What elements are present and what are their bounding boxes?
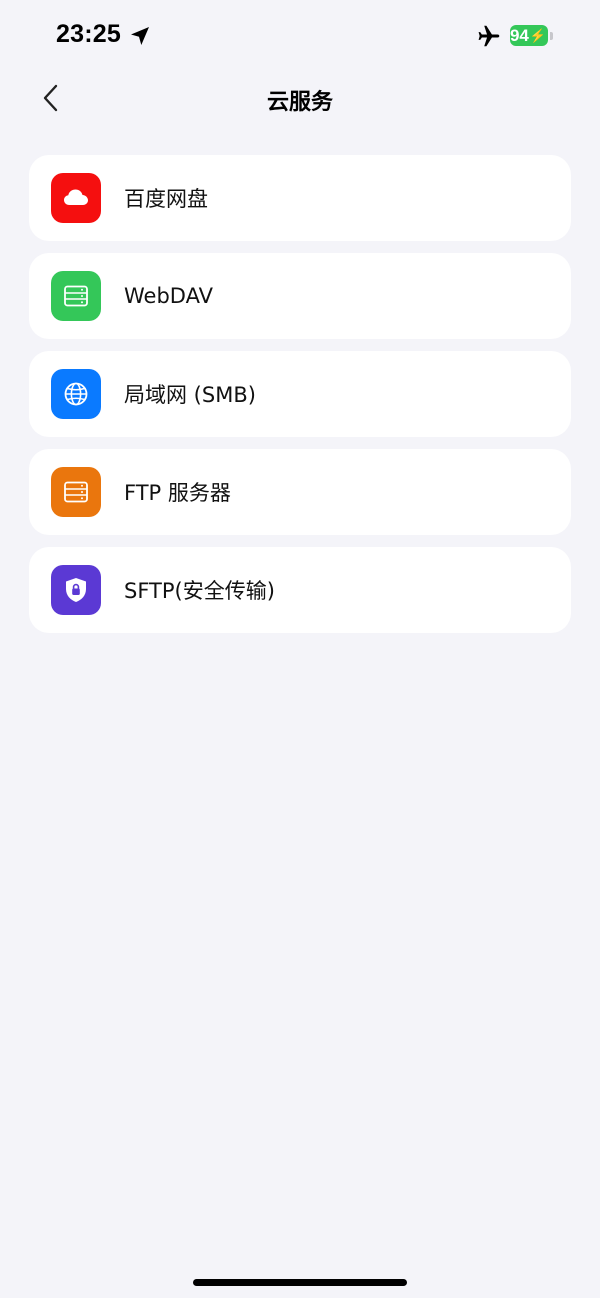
globe-icon bbox=[64, 382, 88, 406]
service-label: SFTP(安全传输) bbox=[124, 579, 275, 603]
service-label: FTP 服务器 bbox=[124, 481, 231, 505]
battery-indicator: 94 ⚡ bbox=[510, 25, 548, 46]
service-label: 百度网盘 bbox=[124, 187, 208, 211]
service-icon-tile bbox=[51, 369, 101, 419]
battery-level: 94 bbox=[509, 26, 529, 45]
service-icon-tile bbox=[51, 565, 101, 615]
server-icon bbox=[64, 285, 88, 307]
service-item-ftp[interactable]: FTP 服务器 bbox=[29, 449, 571, 535]
service-list: 百度网盘 WebDAV 局域网 (SMB) FTP 服务器 SFTP(安全传输) bbox=[29, 155, 571, 645]
status-time: 23:25 bbox=[56, 20, 121, 48]
service-item-sftp[interactable]: SFTP(安全传输) bbox=[29, 547, 571, 633]
page-title: 云服务 bbox=[266, 90, 333, 115]
service-label: 局域网 (SMB) bbox=[124, 383, 256, 407]
service-label: WebDAV bbox=[124, 284, 213, 308]
charging-bolt-icon: ⚡ bbox=[529, 28, 547, 43]
battery-cap bbox=[550, 32, 553, 40]
service-item-smb[interactable]: 局域网 (SMB) bbox=[29, 351, 571, 437]
server-icon bbox=[64, 481, 88, 503]
status-bar: 23:25 94 ⚡ bbox=[0, 0, 600, 72]
service-icon-tile bbox=[51, 173, 101, 223]
location-arrow-icon bbox=[131, 27, 149, 45]
cloud-icon bbox=[64, 189, 88, 205]
service-icon-tile bbox=[51, 271, 101, 321]
service-item-baidu-netdisk[interactable]: 百度网盘 bbox=[29, 155, 571, 241]
nav-bar: 云服务 bbox=[0, 72, 600, 124]
service-icon-tile bbox=[51, 467, 101, 517]
service-item-webdav[interactable]: WebDAV bbox=[29, 253, 571, 339]
home-indicator bbox=[193, 1279, 407, 1286]
airplane-icon bbox=[478, 25, 500, 47]
shield-lock-icon bbox=[66, 578, 86, 602]
